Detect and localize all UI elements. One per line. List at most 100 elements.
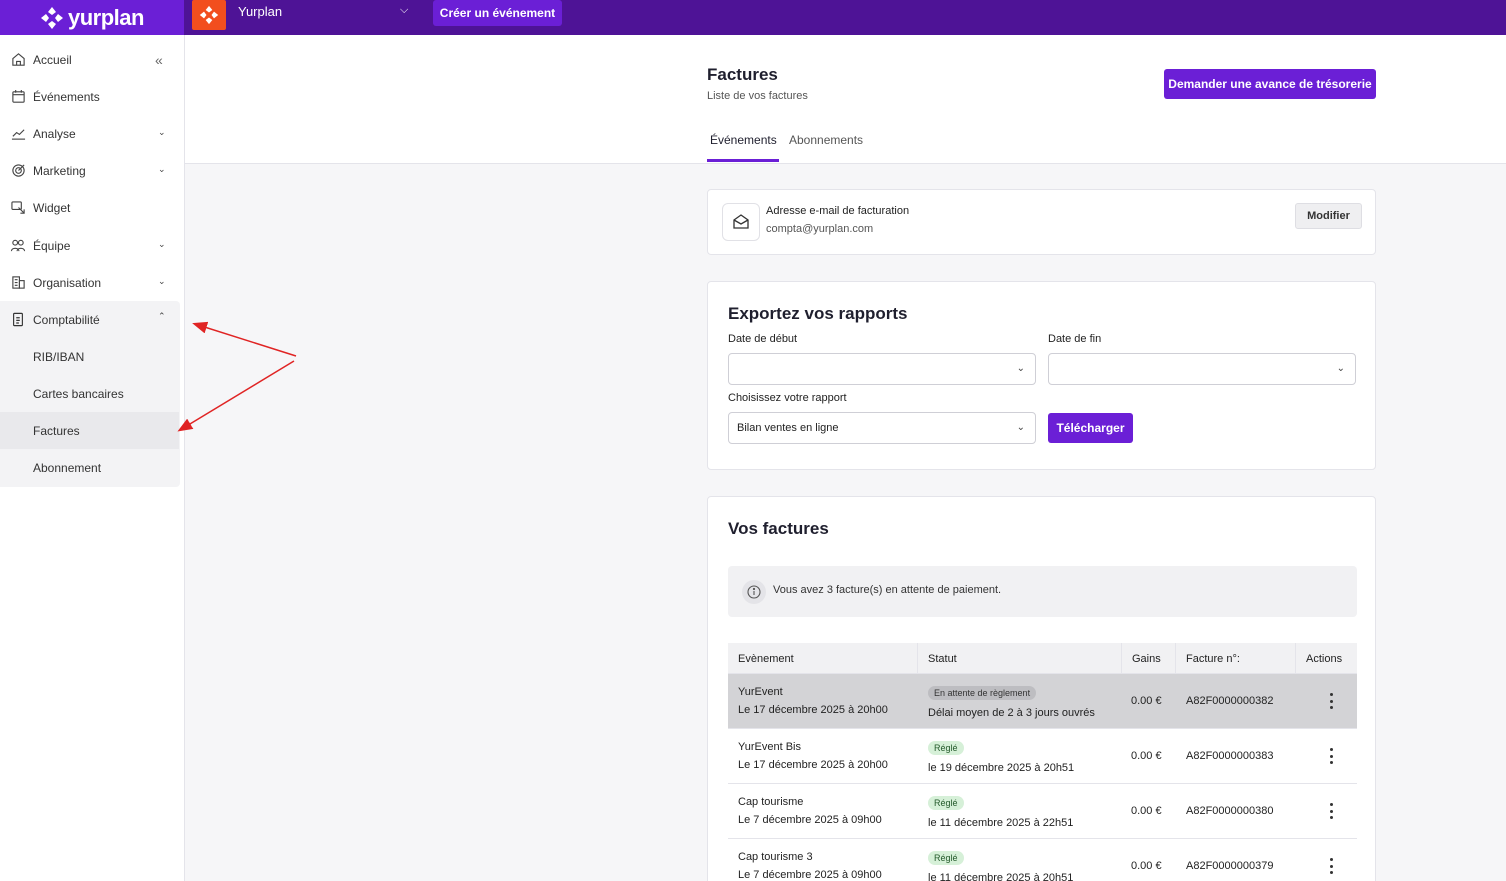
table-row[interactable]: YurEvent Le 17 décembre 2025 à 20h00 En …	[728, 674, 1357, 729]
document-icon	[10, 312, 26, 328]
gains-value: 0.00 €	[1131, 695, 1162, 707]
chevron-down-icon: ⌄	[1016, 363, 1025, 374]
sidebar-item-marketing[interactable]: Marketing ⌄	[0, 152, 184, 189]
cash-advance-button[interactable]: Demander une avance de trésorerie	[1164, 69, 1376, 99]
event-date: Le 17 décembre 2025 à 20h00	[738, 704, 888, 716]
sidebar-subitem-factures[interactable]: Factures	[0, 412, 179, 449]
chevron-down-icon: ⌄	[158, 239, 166, 249]
start-date-label: Date de début	[728, 333, 798, 345]
export-title: Exportez vos rapports	[728, 304, 908, 323]
comptabilite-group: Comptabilité ⌃ RIB/IBAN Cartes bancaires…	[0, 301, 180, 487]
widget-icon	[10, 200, 26, 216]
organization-logo[interactable]	[192, 0, 226, 30]
billing-email-label: Adresse e-mail de facturation	[766, 205, 910, 217]
sidebar-item-label: Marketing	[33, 163, 86, 178]
event-name: Cap tourisme	[738, 796, 804, 808]
organization-switcher[interactable]: Yurplan	[238, 4, 282, 19]
start-date-select[interactable]: ⌄	[728, 353, 1036, 385]
column-header-invoice-number: Facture n°:	[1176, 643, 1296, 674]
brand-name: yurplan	[68, 4, 144, 30]
sidebar: « Accueil Événements Analyse ⌄ Marketing…	[0, 35, 185, 881]
sidebar-item-evenements[interactable]: Événements	[0, 78, 184, 115]
sidebar-item-organisation[interactable]: Organisation ⌄	[0, 264, 184, 301]
modify-email-button[interactable]: Modifier	[1295, 203, 1362, 229]
report-type-value: Bilan ventes en ligne	[737, 422, 839, 434]
sidebar-subitem-label: Abonnement	[33, 460, 102, 475]
sidebar-item-equipe[interactable]: Équipe ⌄	[0, 227, 184, 264]
sidebar-item-label: Widget	[33, 200, 71, 215]
yurplan-logo-icon	[40, 6, 64, 30]
info-icon	[742, 580, 766, 604]
download-button[interactable]: Télécharger	[1048, 413, 1133, 443]
building-icon	[10, 275, 26, 291]
organization-logo-icon	[199, 5, 219, 25]
sidebar-item-label: Équipe	[33, 238, 71, 253]
annotation-arrow-factures	[177, 360, 295, 432]
sidebar-item-label: Organisation	[33, 275, 102, 290]
chart-icon	[10, 126, 26, 142]
invoice-number: A82F0000000379	[1186, 860, 1274, 872]
pending-alert-text: Vous avez 3 facture(s) en attente de pai…	[773, 584, 1002, 596]
pending-alert: Vous avez 3 facture(s) en attente de pai…	[728, 566, 1357, 617]
gains-value: 0.00 €	[1131, 750, 1162, 762]
more-actions-icon[interactable]	[1323, 858, 1339, 874]
sidebar-subitem-label: Factures	[33, 423, 80, 438]
table-row[interactable]: Cap tourisme Le 7 décembre 2025 à 09h00 …	[728, 784, 1357, 839]
gains-value: 0.00 €	[1131, 860, 1162, 872]
sidebar-item-label: Analyse	[33, 126, 76, 141]
invoice-number: A82F0000000383	[1186, 750, 1274, 762]
brand-logo[interactable]: yurplan	[0, 0, 184, 35]
chevron-down-icon: ⌄	[1336, 363, 1345, 374]
sidebar-subitem-label: Cartes bancaires	[33, 386, 124, 401]
invoice-number: A82F0000000380	[1186, 805, 1274, 817]
status-badge: Réglé	[928, 741, 964, 755]
column-header-actions: Actions	[1306, 652, 1343, 665]
team-icon	[10, 238, 26, 254]
report-type-select[interactable]: Bilan ventes en ligne ⌄	[728, 412, 1036, 444]
tab-abonnements[interactable]: Abonnements	[789, 133, 863, 147]
end-date-select[interactable]: ⌄	[1048, 353, 1356, 385]
chevron-down-icon: ⌄	[158, 276, 166, 286]
annotation-arrow-comptabilite	[192, 321, 297, 357]
sidebar-subitem-cartes-bancaires[interactable]: Cartes bancaires	[0, 375, 179, 412]
column-header-event: Evènement	[728, 643, 918, 674]
more-actions-icon[interactable]	[1323, 693, 1339, 709]
envelope-icon	[722, 203, 760, 241]
table-row[interactable]: Cap tourisme 3 Le 7 décembre 2025 à 09h0…	[728, 839, 1357, 881]
sidebar-item-analyse[interactable]: Analyse ⌄	[0, 115, 184, 152]
sidebar-subitem-abonnement[interactable]: Abonnement	[0, 449, 179, 486]
billing-email-card: Adresse e-mail de facturation compta@yur…	[707, 189, 1376, 255]
status-badge: Réglé	[928, 851, 964, 865]
column-header-gains: Gains	[1122, 643, 1176, 674]
status-detail: le 19 décembre 2025 à 20h51	[928, 762, 1075, 774]
report-type-label: Choisissez votre rapport	[728, 392, 847, 404]
more-actions-icon[interactable]	[1323, 748, 1339, 764]
invoices-card: Vos factures Vous avez 3 facture(s) en a…	[707, 496, 1376, 881]
status-detail: Délai moyen de 2 à 3 jours ouvrés	[928, 707, 1095, 719]
event-name: Cap tourisme 3	[738, 851, 813, 863]
invoice-number: A82F0000000382	[1186, 695, 1274, 707]
sidebar-item-widget[interactable]: Widget	[0, 189, 184, 226]
chevron-down-icon: ⌄	[1016, 422, 1025, 433]
sidebar-item-label: Événements	[33, 89, 100, 104]
invoices-title: Vos factures	[728, 519, 829, 538]
status-detail: le 11 décembre 2025 à 22h51	[928, 817, 1074, 829]
sidebar-subitem-rib-iban[interactable]: RIB/IBAN	[0, 338, 179, 375]
chevron-down-icon[interactable]: ⌵	[400, 4, 408, 17]
table-row[interactable]: YurEvent Bis Le 17 décembre 2025 à 20h00…	[728, 729, 1357, 784]
more-actions-icon[interactable]	[1323, 803, 1339, 819]
active-tab-indicator	[707, 159, 779, 162]
create-event-button[interactable]: Créer un événement	[433, 0, 562, 26]
end-date-label: Date de fin	[1048, 333, 1102, 345]
target-icon	[10, 163, 26, 179]
sidebar-item-accueil[interactable]: Accueil	[0, 41, 184, 78]
calendar-icon	[10, 89, 26, 105]
tab-evenements[interactable]: Événements	[710, 133, 777, 147]
chevron-down-icon: ⌄	[158, 164, 166, 174]
event-date: Le 7 décembre 2025 à 09h00	[738, 814, 882, 826]
sidebar-item-comptabilite[interactable]: Comptabilité ⌃	[0, 301, 180, 338]
event-date: Le 17 décembre 2025 à 20h00	[738, 759, 888, 771]
sidebar-item-label: Comptabilité	[33, 312, 100, 327]
sidebar-subitem-label: RIB/IBAN	[33, 349, 85, 364]
page-subtitle: Liste de vos factures	[707, 90, 808, 102]
